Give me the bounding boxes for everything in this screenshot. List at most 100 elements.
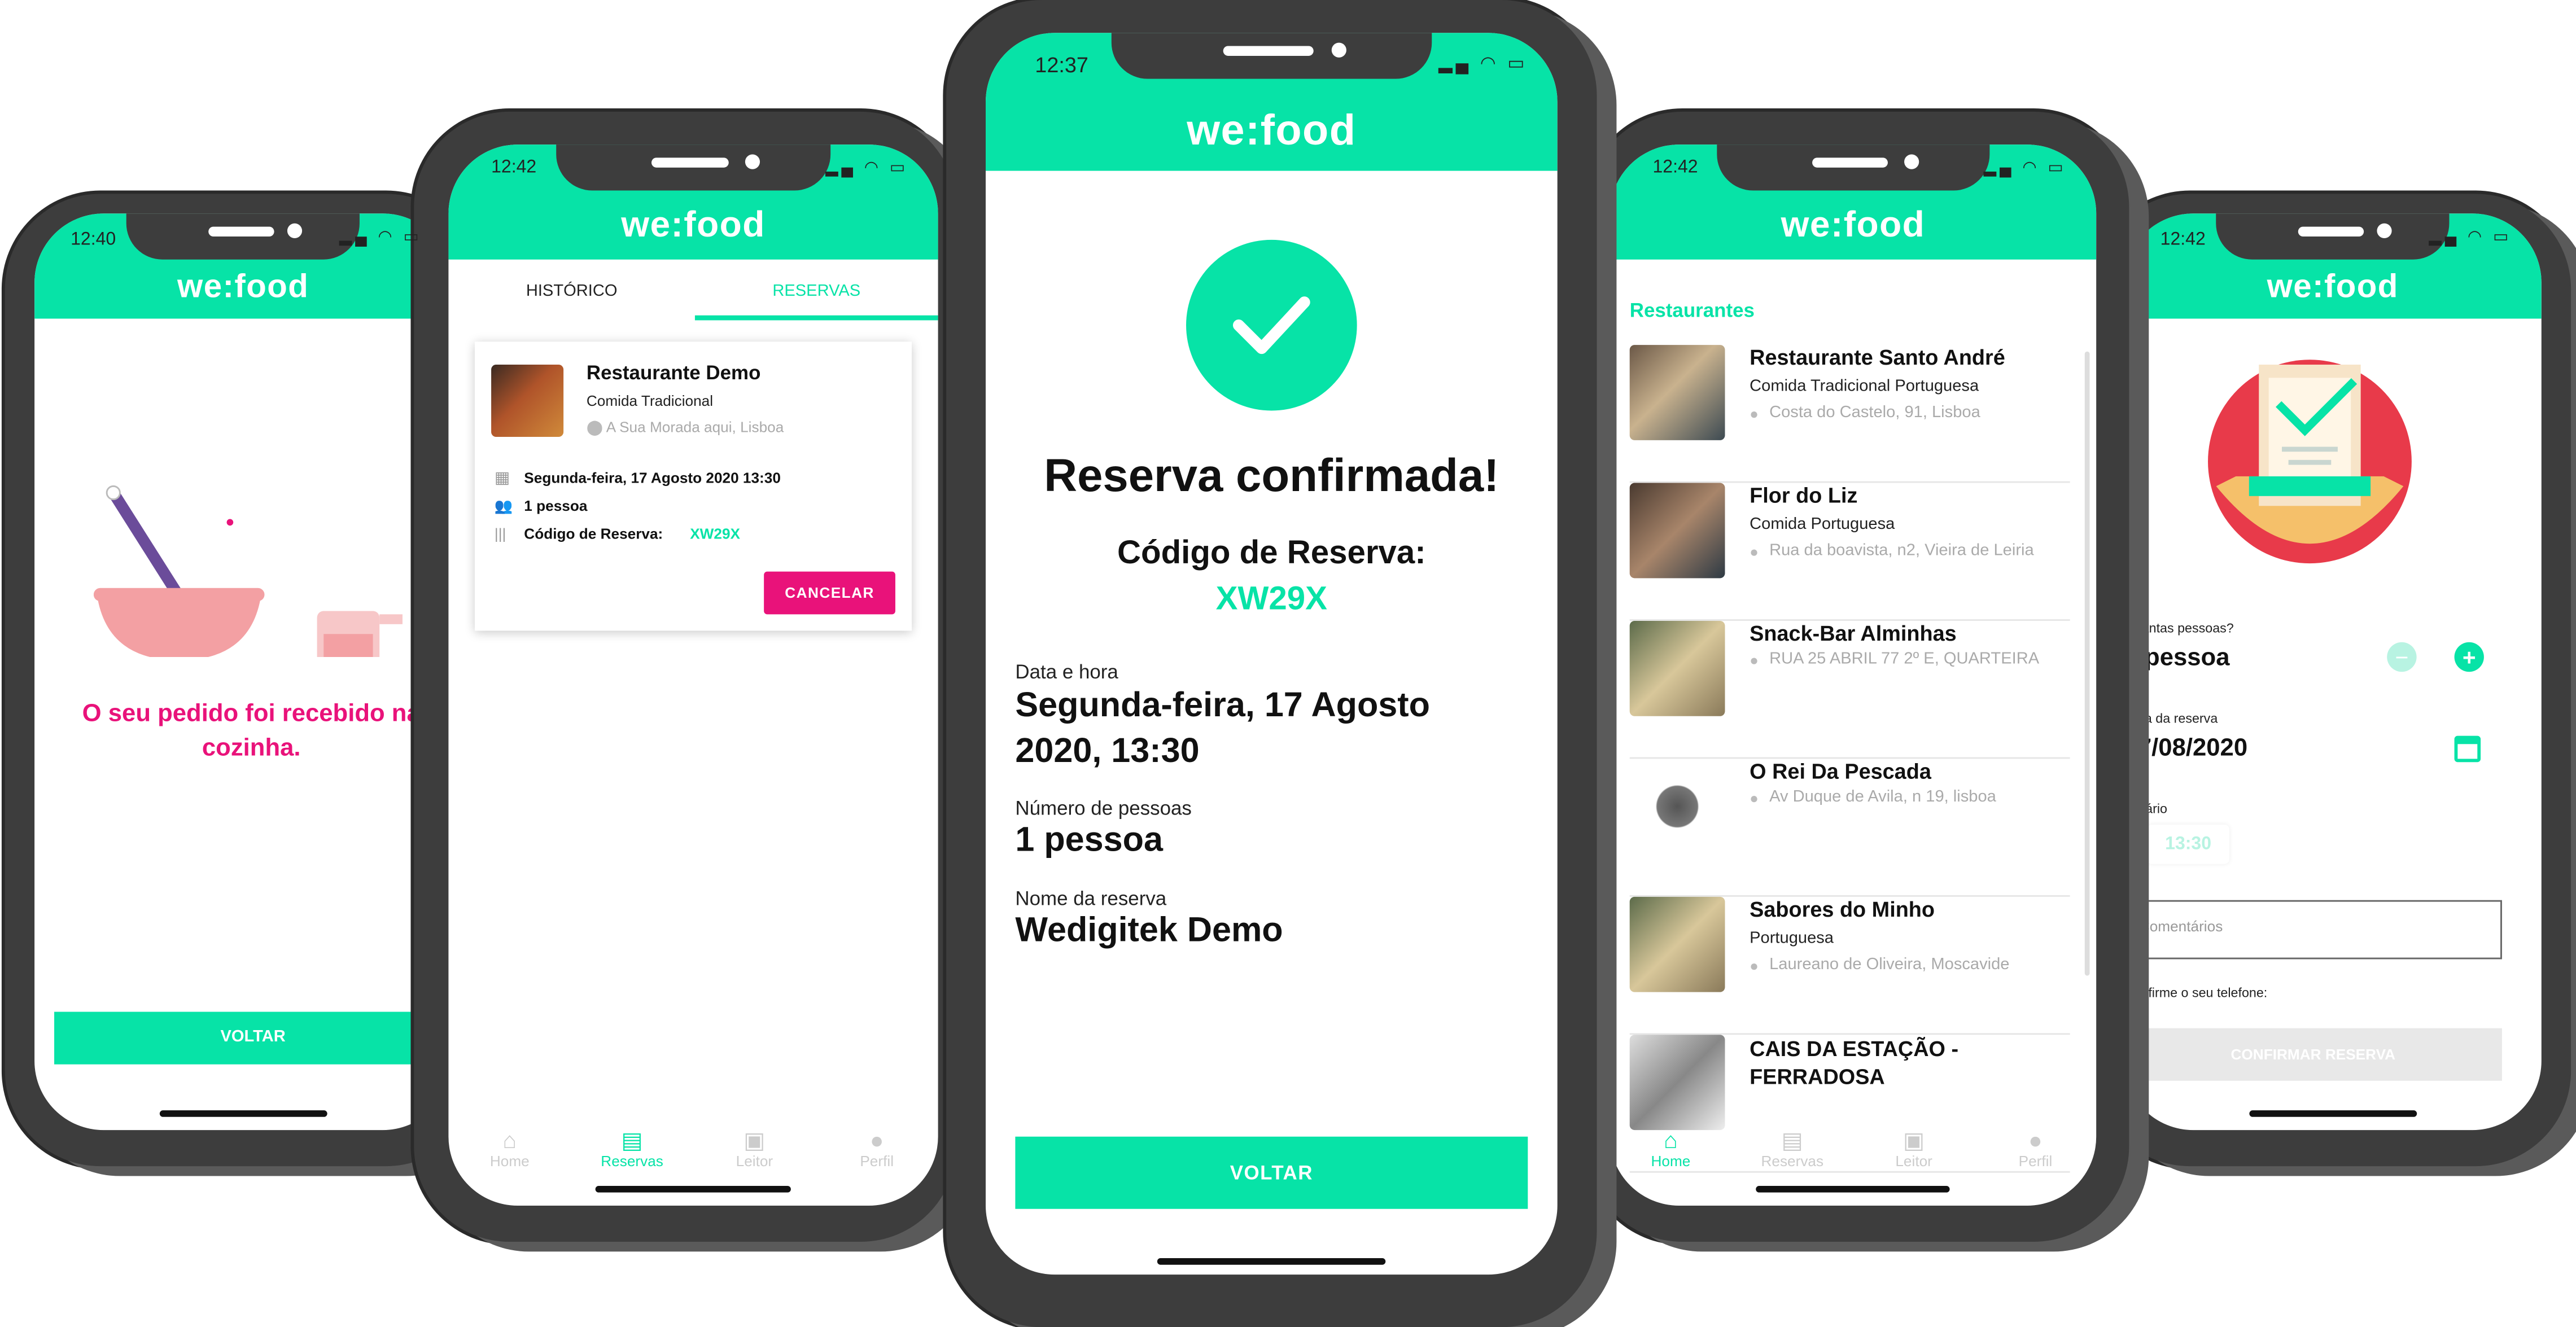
home-icon: ⌂ <box>1664 1127 1678 1153</box>
restaurant-item[interactable]: Restaurante Santo André Comida Tradiciona… <box>1629 345 2070 483</box>
status-time: 12:40 <box>71 230 116 250</box>
restaurant-address: Av Duque de Avila, n 19, lisboa <box>1769 788 1996 807</box>
status-time: 12:42 <box>2160 230 2206 250</box>
time-label: Horário <box>2124 802 2167 817</box>
location-pin-icon: ● <box>1750 405 1759 422</box>
restaurant-address: Laureano de Oliveira, Moscavide <box>1769 956 2010 974</box>
nav-leitor[interactable]: ▣ Leitor <box>705 1127 804 1170</box>
restaurant-item[interactable]: Flor do Liz Comida Portuguesa Rua da boavi… <box>1629 483 2070 621</box>
confirm-booking-button[interactable]: CONFIRMAR RESERVA <box>2124 1028 2502 1081</box>
restaurant-type: Comida Tradicional Portuguesa <box>1750 378 1979 396</box>
people-label: Quantas pessoas? <box>2124 620 2234 636</box>
nav-reservas[interactable]: ▤ Reservas <box>1743 1127 1842 1170</box>
phone-reservation-confirmed: 12:37 ▂▄ ◠ ▭ we:food Reserva confirmada!… <box>946 0 1597 1327</box>
calendar-icon[interactable] <box>2454 735 2481 763</box>
order-received-message: O seu pedido foi recebido na cozinha. <box>82 699 421 763</box>
restaurant-type: Comida Portuguesa <box>1750 515 1895 534</box>
booking-illustration <box>2203 355 2416 568</box>
restaurant-item[interactable]: Snack-Bar Alminhas RUA 25 ABRIL 77 2º E, … <box>1629 620 2070 759</box>
date-value[interactable]: 17/08/2020 <box>2124 734 2247 762</box>
nav-perfil[interactable]: ● Perfil <box>828 1127 926 1170</box>
phone-order-received: 12:40 ▂▄ ◠ ▭ we:food O seu pedido foi re… <box>5 194 482 1167</box>
status-time: 12:42 <box>1652 157 1698 178</box>
nav-home[interactable]: ⌂ Home <box>461 1127 559 1170</box>
nav-leitor[interactable]: ▣ Leitor <box>1865 1127 1963 1170</box>
location-pin-icon: ● <box>1750 652 1759 669</box>
tab-reservas[interactable]: RESERVAS <box>695 283 938 301</box>
home-indicator <box>595 1186 791 1193</box>
restaurant-thumbnail <box>1629 896 1725 992</box>
comments-input[interactable]: Comentários <box>2124 900 2502 960</box>
user-icon: ● <box>869 1127 884 1153</box>
minus-icon[interactable]: − <box>2387 642 2417 672</box>
section-title: Restaurantes <box>1629 299 1755 322</box>
nav-perfil[interactable]: ● Perfil <box>1986 1127 2085 1170</box>
restaurant-thumbnail <box>1629 1035 1725 1131</box>
people-icon: 👥 <box>494 497 513 514</box>
wefood-logo: we:food <box>621 203 766 245</box>
home-indicator <box>159 1110 327 1117</box>
bottom-nav: ⌂ Home ▤ Reservas ▣ Leitor ● Perfil <box>448 1127 938 1170</box>
location-pin-icon: ⬤ <box>586 419 603 436</box>
plus-icon[interactable]: + <box>2454 642 2484 672</box>
location-pin-icon: ● <box>1750 544 1759 560</box>
status-time: 12:42 <box>491 157 537 178</box>
restaurant-name: Sabores do Minho <box>1750 896 1935 922</box>
screen: 12:37 ▂▄ ◠ ▭ we:food Reserva confirmada!… <box>986 33 1558 1275</box>
qr-icon: ▣ <box>1903 1127 1925 1153</box>
check-circle-icon <box>1186 239 1357 411</box>
reservation-code-label: Código de Reserva: <box>524 525 663 542</box>
home-icon: ⌂ <box>502 1127 517 1153</box>
tab-historico[interactable]: HISTÓRICO <box>448 283 695 301</box>
people-value: 1 pessoa <box>1015 821 1163 859</box>
back-button[interactable]: VOLTAR <box>1015 1136 1528 1209</box>
name-label: Nome da reserva <box>1015 887 1167 910</box>
restaurant-name: O Rei Da Pescada <box>1750 759 1931 784</box>
phone-booking-form: 12:42 ▂▄ ◠ ▭ ‹ we:food Quantas pessoas? … <box>2094 194 2571 1167</box>
list-icon: ▤ <box>1781 1127 1804 1153</box>
cancel-button[interactable]: CANCELAR <box>764 571 895 615</box>
date-label: Data e hora <box>1015 660 1118 684</box>
wefood-logo: we:food <box>1781 203 1926 245</box>
mixing-bowl-illustration <box>93 460 422 671</box>
wefood-logo: we:food <box>1187 105 1357 155</box>
location-pin-icon: ● <box>1750 790 1759 807</box>
reservation-datetime: Segunda-feira, 17 Agosto 2020 13:30 <box>524 470 781 487</box>
home-indicator <box>1756 1186 1950 1193</box>
wefood-logo: we:food <box>2267 269 2399 306</box>
notch <box>2216 213 2450 260</box>
reservation-card: Restaurante Demo Comida Tradicional ⬤ A … <box>474 341 912 631</box>
restaurant-name: Restaurante Demo <box>586 361 761 384</box>
screen: 12:42 ▂▄ ◠ ▭ we:food HISTÓRICO RESERVAS … <box>448 144 938 1206</box>
restaurant-thumbnail <box>1629 483 1725 579</box>
scrollbar[interactable] <box>2084 351 2090 976</box>
notch <box>556 144 830 191</box>
nav-reservas[interactable]: ▤ Reservas <box>583 1127 681 1170</box>
status-icons: ▂▄ ◠ ▭ <box>1983 159 2067 178</box>
phone-restaurants: 12:42 ▂▄ ◠ ▭ we:food Restaurantes Restau… <box>1587 111 2129 1242</box>
time-slot[interactable]: 13:30 <box>2147 825 2229 864</box>
restaurant-thumbnail <box>491 365 564 437</box>
people-value: 1 pessoa <box>2124 643 2230 672</box>
home-indicator <box>2249 1110 2417 1117</box>
restaurant-name: Restaurante Santo André <box>1750 345 2005 370</box>
reservation-people: 1 pessoa <box>524 497 588 514</box>
back-button[interactable]: VOLTAR <box>54 1011 452 1065</box>
reservation-code: XW29X <box>690 525 741 542</box>
restaurant-item[interactable]: Sabores do Minho Portuguesa Laureano de Ol… <box>1629 896 2070 1035</box>
nav-home[interactable]: ⌂ Home <box>1621 1127 1720 1170</box>
restaurant-thumbnail <box>1629 345 1725 440</box>
phone-reservations: 12:42 ▂▄ ◠ ▭ we:food HISTÓRICO RESERVAS … <box>414 111 956 1242</box>
notch <box>1111 33 1432 79</box>
restaurant-name: CAIS DA ESTAÇÃO - FERRADOSA <box>1750 1036 1959 1089</box>
barcode-icon: ||| <box>494 525 506 542</box>
restaurant-item[interactable]: O Rei Da Pescada Av Duque de Avila, n 19,… <box>1629 759 2070 897</box>
date-value: Segunda-feira, 17 Agosto 2020, 13:30 <box>1015 686 1430 770</box>
restaurant-thumbnail <box>1629 759 1725 855</box>
reservation-code: XW29X <box>1215 581 1328 618</box>
status-icons: ▂▄ ◠ ▭ <box>2429 228 2512 247</box>
restaurant-type: Portuguesa <box>1750 930 1834 948</box>
notch <box>1717 144 1989 191</box>
status-icons: ▂▄ ◠ ▭ <box>1438 54 1528 74</box>
restaurant-name: Flor do Liz <box>1750 483 1858 508</box>
